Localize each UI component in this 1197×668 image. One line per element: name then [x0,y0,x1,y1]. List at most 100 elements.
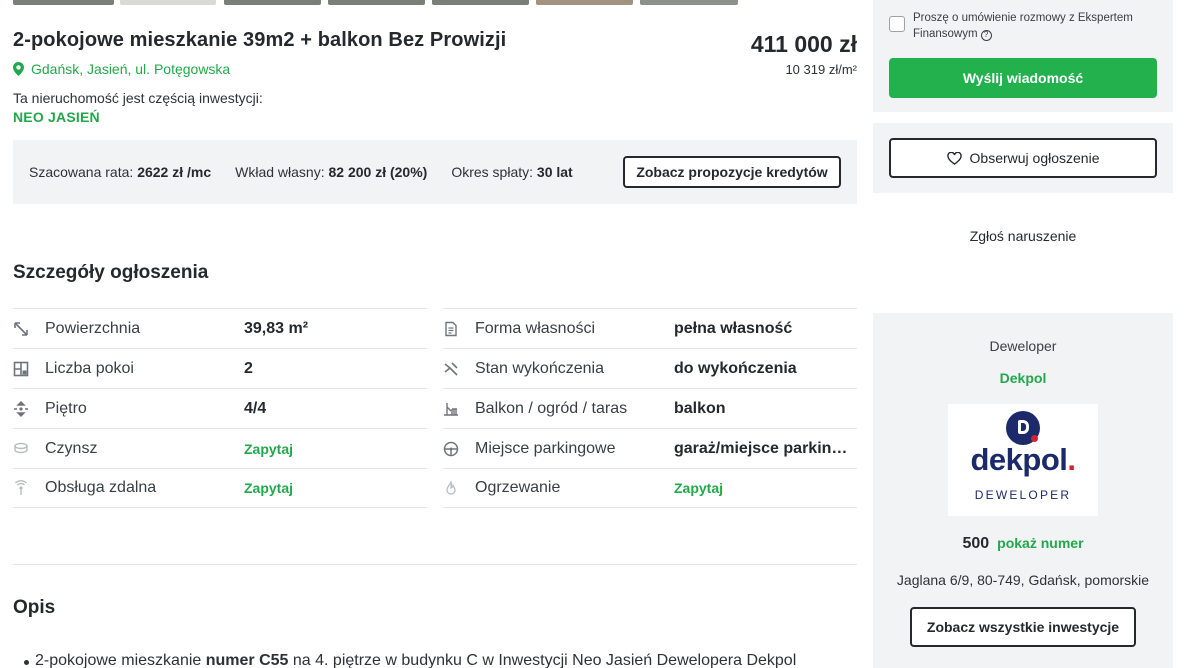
gallery-thumbnail[interactable] [640,0,738,5]
developer-logo[interactable]: dekpol. DEWELOPER [948,404,1098,516]
gallery-thumbnail[interactable] [328,0,425,5]
developer-name-link[interactable]: Dekpol [873,370,1173,386]
listing-price: 411 000 zł [750,31,857,57]
detail-row-ownership: Forma własności pełna własność [443,308,857,348]
detail-row-rent: Czynsz Zapytaj [13,428,427,468]
send-message-button[interactable]: Wyślij wiadomość [889,58,1157,98]
price-per-m2: 10 319 zł/m² [785,62,857,77]
gallery-thumbnail[interactable] [432,0,529,5]
loan-down-value: 82 200 zł (20%) [328,164,428,180]
rent-icon [13,441,29,457]
developer-address: Jaglana 6/9, 80-749, Gdańsk, pomorskie [896,572,1150,588]
watch-panel: Obserwuj ogłoszenie [873,123,1173,193]
detail-value: 39,83 m² [244,319,309,337]
detail-row-balcony: Balkon / ogród / taras balkon [443,388,857,428]
floor-icon [13,400,29,417]
detail-label: Forma własności [475,319,596,337]
detail-row-rooms: Liczba pokoi 2 [13,348,427,388]
detail-row-area: Powierzchnia 39,83 m² [13,308,427,348]
details-section-title: Szczegóły ogłoszenia [13,262,209,283]
detail-value: 4/4 [244,399,267,417]
consent-text: Proszę o umówienie rozmowy z Ekspertem F… [913,12,1133,40]
loan-period-value: 30 lat [536,164,573,180]
detail-label: Liczba pokoi [45,359,134,377]
gallery-thumbnail[interactable] [536,0,633,5]
help-icon[interactable]: ? [980,29,992,41]
section-divider [13,564,857,565]
consent-checkbox[interactable] [889,16,905,32]
rooms-icon [13,361,29,377]
detail-label: Czynsz [45,439,98,457]
remote-service-icon [13,480,29,496]
parking-icon [443,441,459,457]
description-section-title: Opis [13,597,56,618]
contact-form-panel: Proszę o umówienie rozmowy z Ekspertem F… [873,0,1173,112]
detail-row-parking: Miejsce parkingowe garaż/miejsce parking… [443,428,857,468]
ask-link[interactable]: Zapytaj [674,480,723,496]
watch-listing-button[interactable]: Obserwuj ogłoszenie [889,138,1157,178]
detail-value: garaż/miejsce parkingowe [674,439,856,457]
watch-listing-label: Obserwuj ogłoszenie [969,150,1100,166]
area-icon [13,321,29,337]
phone-prefix: 500 [962,535,990,552]
ownership-icon [443,321,459,337]
detail-value: 2 [244,359,253,377]
detail-row-finish: Stan wykończenia do wykończenia [443,348,857,388]
show-number-link[interactable]: pokaż numer [997,535,1083,551]
listing-location[interactable]: Gdańsk, Jasień, ul. Potęgowska [13,61,230,77]
finish-icon [443,361,459,377]
heating-icon [443,480,459,496]
balcony-icon [443,401,459,417]
description-first-line: 2-pokojowe mieszkanie numer C55 na 4. pi… [23,652,797,668]
loan-rate: Szacowana rata: 2622 zł /mc [29,164,211,180]
investment-link[interactable]: NEO JASIEŃ [13,109,100,125]
detail-label: Stan wykończenia [475,359,604,377]
detail-value: do wykończenia [674,359,797,377]
consent-label: Proszę o umówienie rozmowy z Ekspertem F… [913,10,1133,42]
logo-subtitle: DEWELOPER [974,488,1072,502]
detail-row-floor: Piętro 4/4 [13,388,427,428]
dekpol-logo-mark-icon [1006,411,1040,445]
detail-label: Obsługa zdalna [45,479,157,496]
gallery-thumbnail[interactable] [13,0,114,5]
heart-icon [946,151,962,165]
logo-wordmark-dot: . [1067,442,1076,477]
logo-wordmark: dekpol. [948,442,1098,478]
logo-wordmark-text: dekpol [970,442,1068,477]
all-investments-button[interactable]: Zobacz wszystkie inwestycje [910,607,1136,647]
detail-row-heating: Ogrzewanie Zapytaj [443,468,857,508]
loan-rate-label: Szacowana rata: [29,164,134,180]
ask-link[interactable]: Zapytaj [244,480,293,496]
details-column-left: Powierzchnia 39,83 m² Liczba pokoi 2 Pię… [13,308,427,508]
detail-value: balkon [674,399,726,417]
loan-period: Okres spłaty: 30 lat [451,164,572,180]
report-violation-link[interactable]: Zgłoś naruszenie [873,228,1173,244]
loan-down-label: Wkład własny: [235,164,325,180]
description-text: na 4. piętrze w budynku C w Inwestycji N… [288,652,797,668]
ask-link[interactable]: Zapytaj [244,441,293,457]
detail-value: pełna własność [674,319,793,337]
location-text: Gdańsk, Jasień, ul. Potęgowska [31,61,231,77]
gallery-thumbnail[interactable] [224,0,321,5]
detail-label: Piętro [45,399,87,417]
details-column-right: Forma własności pełna własność Stan wyko… [443,308,857,508]
detail-label: Miejsce parkingowe [475,439,616,457]
developer-panel: Deweloper Dekpol dekpol. DEWELOPER 500 po… [873,313,1173,668]
loan-estimate-box: Szacowana rata: 2622 zł /mc Wkład własny… [13,140,857,204]
developer-label: Deweloper [989,338,1057,354]
map-pin-icon [13,62,24,76]
gallery-thumbnail[interactable] [120,0,216,5]
description-text: 2-pokojowe mieszkanie [35,652,206,668]
loan-rate-value: 2622 zł /mc [137,164,212,180]
gallery-thumbnails [13,0,738,5]
phone-row: 500 pokaż numer [873,535,1173,553]
detail-label: Powierzchnia [45,319,141,337]
description-bold-text: numer C55 [205,652,289,668]
listing-title: 2-pokojowe mieszkanie 39m2 + balkon Bez … [13,29,507,51]
loan-offers-button[interactable]: Zobacz propozycje kredytów [623,156,841,188]
loan-down-payment: Wkład własny: 82 200 zł (20%) [235,164,427,180]
detail-label: Balkon / ogród / taras [475,399,628,417]
investment-label: Ta nieruchomość jest częścią inwestycji: [13,90,263,106]
detail-label: Ogrzewanie [475,479,561,496]
loan-period-label: Okres spłaty: [451,164,534,180]
